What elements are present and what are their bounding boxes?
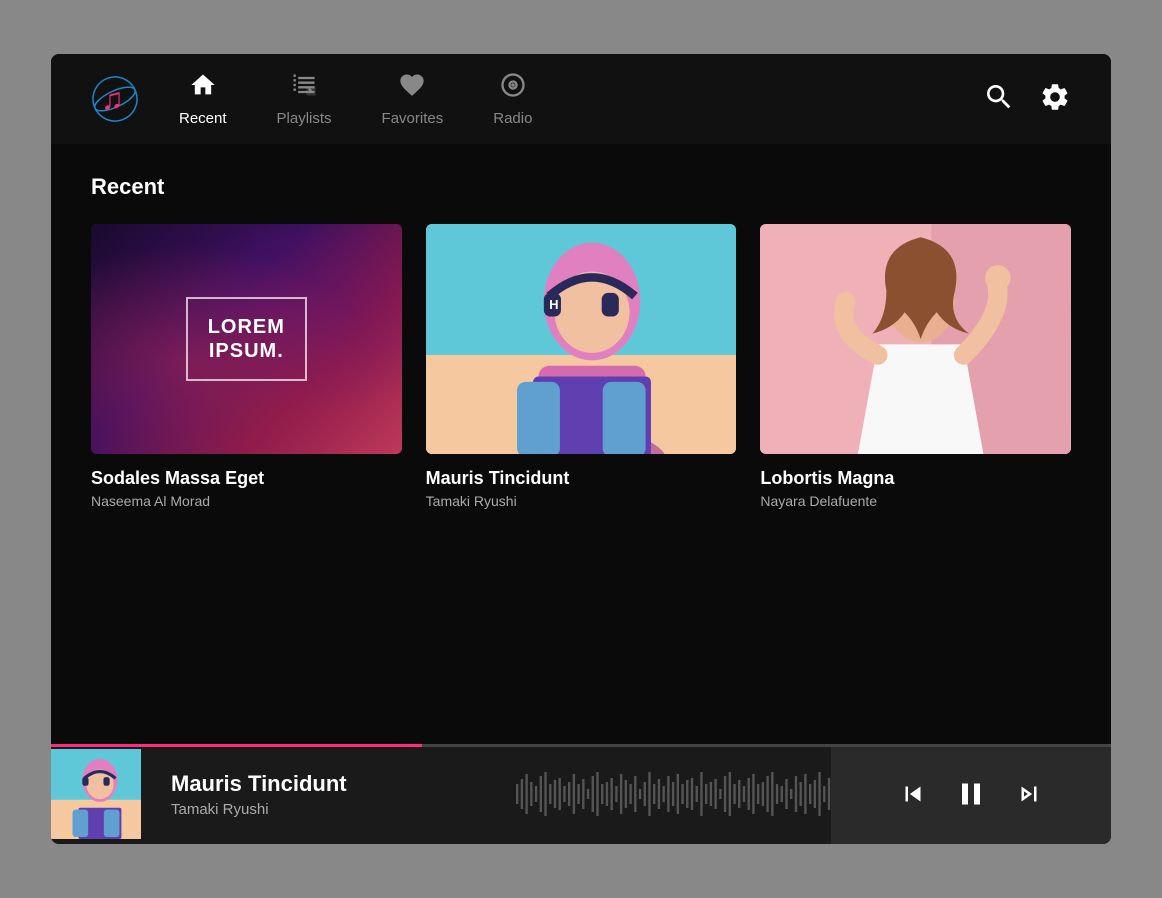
- card-sodales[interactable]: LOREM IPSUM. Sodales Massa Eget Naseema …: [91, 224, 402, 509]
- main-content: Recent LOREM IPSUM. Sodales Massa Eget N…: [51, 144, 1111, 744]
- nav-item-recent[interactable]: Recent: [179, 71, 227, 127]
- radio-icon: [499, 71, 527, 104]
- cards-row: LOREM IPSUM. Sodales Massa Eget Naseema …: [91, 224, 1071, 509]
- svg-text:♫: ♫: [101, 83, 124, 116]
- favorites-icon: [398, 71, 426, 104]
- card-lobortis[interactable]: Lobortis Magna Nayara Delafuente: [760, 224, 1071, 509]
- card-mauris[interactable]: H Mauris Tincidunt Tamaki Ryushi: [426, 224, 737, 509]
- card-image-3: [760, 224, 1071, 454]
- card-title-3: Lobortis Magna: [760, 468, 1071, 489]
- nav-item-radio[interactable]: Radio: [493, 71, 532, 127]
- player-title: Mauris Tincidunt: [171, 771, 486, 797]
- prev-button[interactable]: [889, 770, 937, 818]
- settings-button[interactable]: [1039, 81, 1071, 118]
- search-button[interactable]: [983, 81, 1015, 118]
- card-title-1: Sodales Massa Eget: [91, 468, 402, 489]
- nav-label-playlists: Playlists: [277, 110, 332, 127]
- nav-label-recent: Recent: [179, 110, 227, 127]
- nav-label-favorites: Favorites: [382, 110, 444, 127]
- player-thumbnail: [51, 749, 141, 839]
- card-subtitle-1: Naseema Al Morad: [91, 493, 402, 509]
- playlists-icon: [290, 71, 318, 104]
- nav-label-radio: Radio: [493, 110, 532, 127]
- player-info: Mauris Tincidunt Tamaki Ryushi: [141, 771, 516, 818]
- section-title: Recent: [91, 174, 1071, 200]
- player-waveform[interactable]: [516, 764, 831, 824]
- nav-actions: [983, 81, 1071, 118]
- pause-button[interactable]: [947, 770, 995, 818]
- card-image-2: H: [426, 224, 737, 454]
- card-image-1: LOREM IPSUM.: [91, 224, 402, 454]
- nav-bar: ♫ Recent: [51, 54, 1111, 144]
- nav-item-playlists[interactable]: Playlists: [277, 71, 332, 127]
- player-bar: Mauris Tincidunt Tamaki Ryushi: [51, 744, 1111, 844]
- app-logo: ♫: [91, 75, 139, 123]
- next-button[interactable]: [1005, 770, 1053, 818]
- lorem-box: LOREM IPSUM.: [186, 297, 307, 381]
- card-subtitle-2: Tamaki Ryushi: [426, 493, 737, 509]
- card-title-2: Mauris Tincidunt: [426, 468, 737, 489]
- lorem-line2: IPSUM.: [208, 339, 285, 363]
- player-controls: [831, 744, 1111, 844]
- nav-item-favorites[interactable]: Favorites: [382, 71, 444, 127]
- home-icon: [189, 71, 217, 104]
- player-artist: Tamaki Ryushi: [171, 801, 486, 818]
- nav-items: Recent Playlists: [179, 71, 983, 127]
- svg-text:H: H: [549, 297, 558, 312]
- lorem-line1: LOREM: [208, 315, 285, 339]
- app-container: ♫ Recent: [51, 54, 1111, 844]
- card-subtitle-3: Nayara Delafuente: [760, 493, 1071, 509]
